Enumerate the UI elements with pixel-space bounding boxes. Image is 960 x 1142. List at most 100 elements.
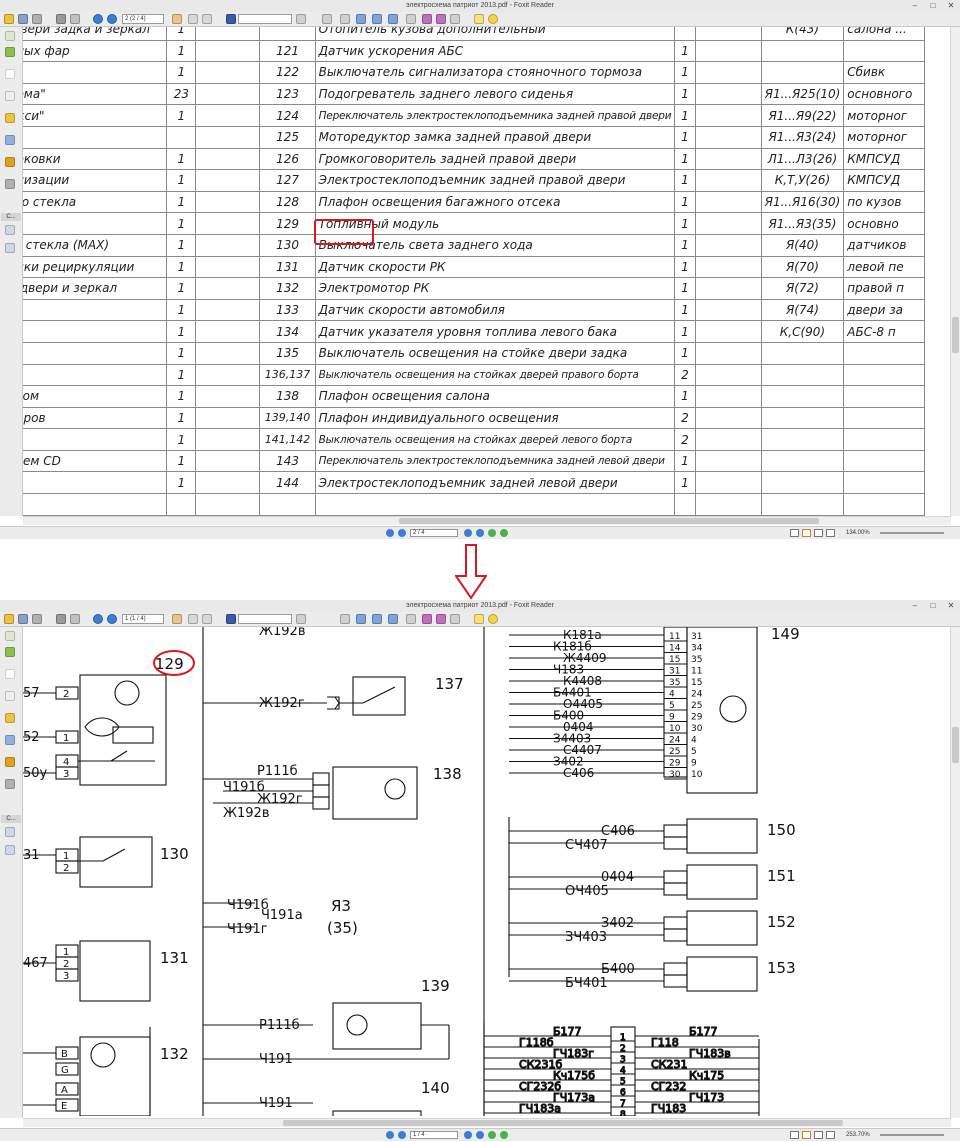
back-icon[interactable] bbox=[488, 1131, 496, 1139]
horizontal-scrollbar-2[interactable] bbox=[23, 1118, 951, 1127]
note-icon[interactable] bbox=[488, 14, 498, 24]
tool-icon-2[interactable] bbox=[5, 243, 15, 253]
stamp-icon[interactable] bbox=[436, 14, 446, 24]
page-number-field[interactable]: 2 (2 / 4) bbox=[122, 14, 164, 24]
facing-icon[interactable] bbox=[814, 529, 823, 537]
open-icon[interactable] bbox=[4, 14, 14, 24]
single-page-icon[interactable] bbox=[790, 1131, 799, 1139]
annotations-icon[interactable] bbox=[5, 691, 15, 701]
save-as-icon[interactable] bbox=[32, 14, 42, 24]
prev-page-icon[interactable] bbox=[93, 614, 103, 624]
typewriter-icon[interactable] bbox=[474, 614, 484, 624]
attach-file-icon[interactable] bbox=[5, 735, 15, 745]
next-page-button-icon[interactable] bbox=[464, 1131, 472, 1139]
security-icon[interactable] bbox=[5, 757, 15, 767]
zoom-out-icon[interactable] bbox=[322, 14, 332, 24]
snapshot-icon[interactable] bbox=[450, 614, 460, 624]
close-icon[interactable]: ✕ bbox=[944, 601, 958, 610]
bookmarks-icon[interactable] bbox=[5, 631, 15, 641]
rotate-icon[interactable] bbox=[406, 614, 416, 624]
typewriter-icon[interactable] bbox=[474, 14, 484, 24]
layers-icon[interactable] bbox=[5, 669, 15, 679]
collapsed-panel-tab-2[interactable]: C... bbox=[1, 815, 21, 823]
security-icon[interactable] bbox=[5, 157, 15, 167]
properties-icon[interactable] bbox=[70, 14, 80, 24]
minimize-icon[interactable]: – bbox=[908, 1, 922, 10]
search-input-2[interactable] bbox=[238, 614, 292, 624]
find-icon[interactable] bbox=[226, 14, 236, 24]
hand-tool-icon[interactable] bbox=[172, 614, 182, 624]
next-page-icon[interactable] bbox=[107, 614, 117, 624]
find-next-icon[interactable] bbox=[296, 614, 306, 624]
hscroll-thumb[interactable] bbox=[399, 518, 819, 524]
fit-width-icon[interactable] bbox=[372, 614, 382, 624]
page-number-field-2[interactable]: 1 (1 / 4) bbox=[122, 614, 164, 624]
search-input[interactable] bbox=[238, 14, 292, 24]
hand-tool-icon[interactable] bbox=[172, 14, 182, 24]
fit-width-icon[interactable] bbox=[372, 14, 382, 24]
attach-file-icon[interactable] bbox=[5, 135, 15, 145]
next-page-icon[interactable] bbox=[107, 14, 117, 24]
find-next-icon[interactable] bbox=[296, 14, 306, 24]
minimize-icon[interactable]: – bbox=[908, 601, 922, 610]
maximize-icon[interactable]: □ bbox=[926, 601, 940, 610]
prev-page-icon[interactable] bbox=[93, 14, 103, 24]
collapsed-panel-tab[interactable]: C... bbox=[1, 213, 21, 221]
last-page-icon[interactable] bbox=[476, 529, 484, 537]
fit-page-icon[interactable] bbox=[356, 14, 366, 24]
zoom-in-icon[interactable] bbox=[340, 14, 350, 24]
save-icon[interactable] bbox=[18, 614, 28, 624]
save-as-icon[interactable] bbox=[32, 614, 42, 624]
print-icon[interactable] bbox=[56, 14, 66, 24]
tool-icon-2[interactable] bbox=[5, 845, 15, 855]
vertical-scrollbar[interactable] bbox=[950, 27, 960, 516]
pages-icon[interactable] bbox=[5, 647, 15, 657]
first-page-icon[interactable] bbox=[386, 1131, 394, 1139]
scroll-thumb[interactable] bbox=[952, 317, 959, 353]
pages-icon[interactable] bbox=[5, 47, 15, 57]
previous-page-icon[interactable] bbox=[398, 1131, 406, 1139]
note-icon[interactable] bbox=[488, 614, 498, 624]
comment-icon[interactable] bbox=[422, 14, 432, 24]
snapshot-icon[interactable] bbox=[450, 14, 460, 24]
zoom-slider[interactable] bbox=[880, 532, 944, 534]
select-icon[interactable] bbox=[202, 14, 212, 24]
maximize-icon[interactable]: □ bbox=[926, 1, 940, 10]
page-indicator[interactable]: 2 / 4 bbox=[410, 529, 458, 537]
last-page-icon[interactable] bbox=[476, 1131, 484, 1139]
back-icon[interactable] bbox=[488, 529, 496, 537]
signatures-icon[interactable] bbox=[5, 779, 15, 789]
fit-visible-icon[interactable] bbox=[388, 14, 398, 24]
close-icon[interactable]: ✕ bbox=[944, 1, 958, 10]
continuous-icon[interactable] bbox=[802, 1131, 811, 1139]
rotate-icon[interactable] bbox=[406, 14, 416, 24]
select-icon[interactable] bbox=[202, 614, 212, 624]
zoom-slider-2[interactable] bbox=[880, 1134, 944, 1136]
single-page-icon[interactable] bbox=[790, 529, 799, 537]
save-icon[interactable] bbox=[18, 14, 28, 24]
signatures-icon[interactable] bbox=[5, 179, 15, 189]
attachments-icon[interactable] bbox=[5, 713, 15, 723]
tool-icon[interactable] bbox=[5, 827, 15, 837]
find-icon[interactable] bbox=[226, 614, 236, 624]
bookmarks-icon[interactable] bbox=[5, 31, 15, 41]
open-icon[interactable] bbox=[4, 614, 14, 624]
fit-visible-icon[interactable] bbox=[388, 614, 398, 624]
stamp-icon[interactable] bbox=[436, 614, 446, 624]
horizontal-scrollbar[interactable] bbox=[23, 516, 951, 525]
annotations-icon[interactable] bbox=[5, 91, 15, 101]
comment-icon[interactable] bbox=[422, 614, 432, 624]
page-indicator-2[interactable]: 1 / 4 bbox=[410, 1131, 458, 1139]
fit-page-icon[interactable] bbox=[356, 614, 366, 624]
select-text-icon[interactable] bbox=[188, 614, 198, 624]
continuous-icon[interactable] bbox=[802, 529, 811, 537]
forward-icon[interactable] bbox=[500, 529, 508, 537]
continuous-facing-icon[interactable] bbox=[826, 1131, 835, 1139]
next-page-button-icon[interactable] bbox=[464, 529, 472, 537]
first-page-icon[interactable] bbox=[386, 529, 394, 537]
tool-icon[interactable] bbox=[5, 225, 15, 235]
select-text-icon[interactable] bbox=[188, 14, 198, 24]
attachments-icon[interactable] bbox=[5, 113, 15, 123]
zoom-in-icon[interactable] bbox=[340, 614, 350, 624]
forward-icon[interactable] bbox=[500, 1131, 508, 1139]
